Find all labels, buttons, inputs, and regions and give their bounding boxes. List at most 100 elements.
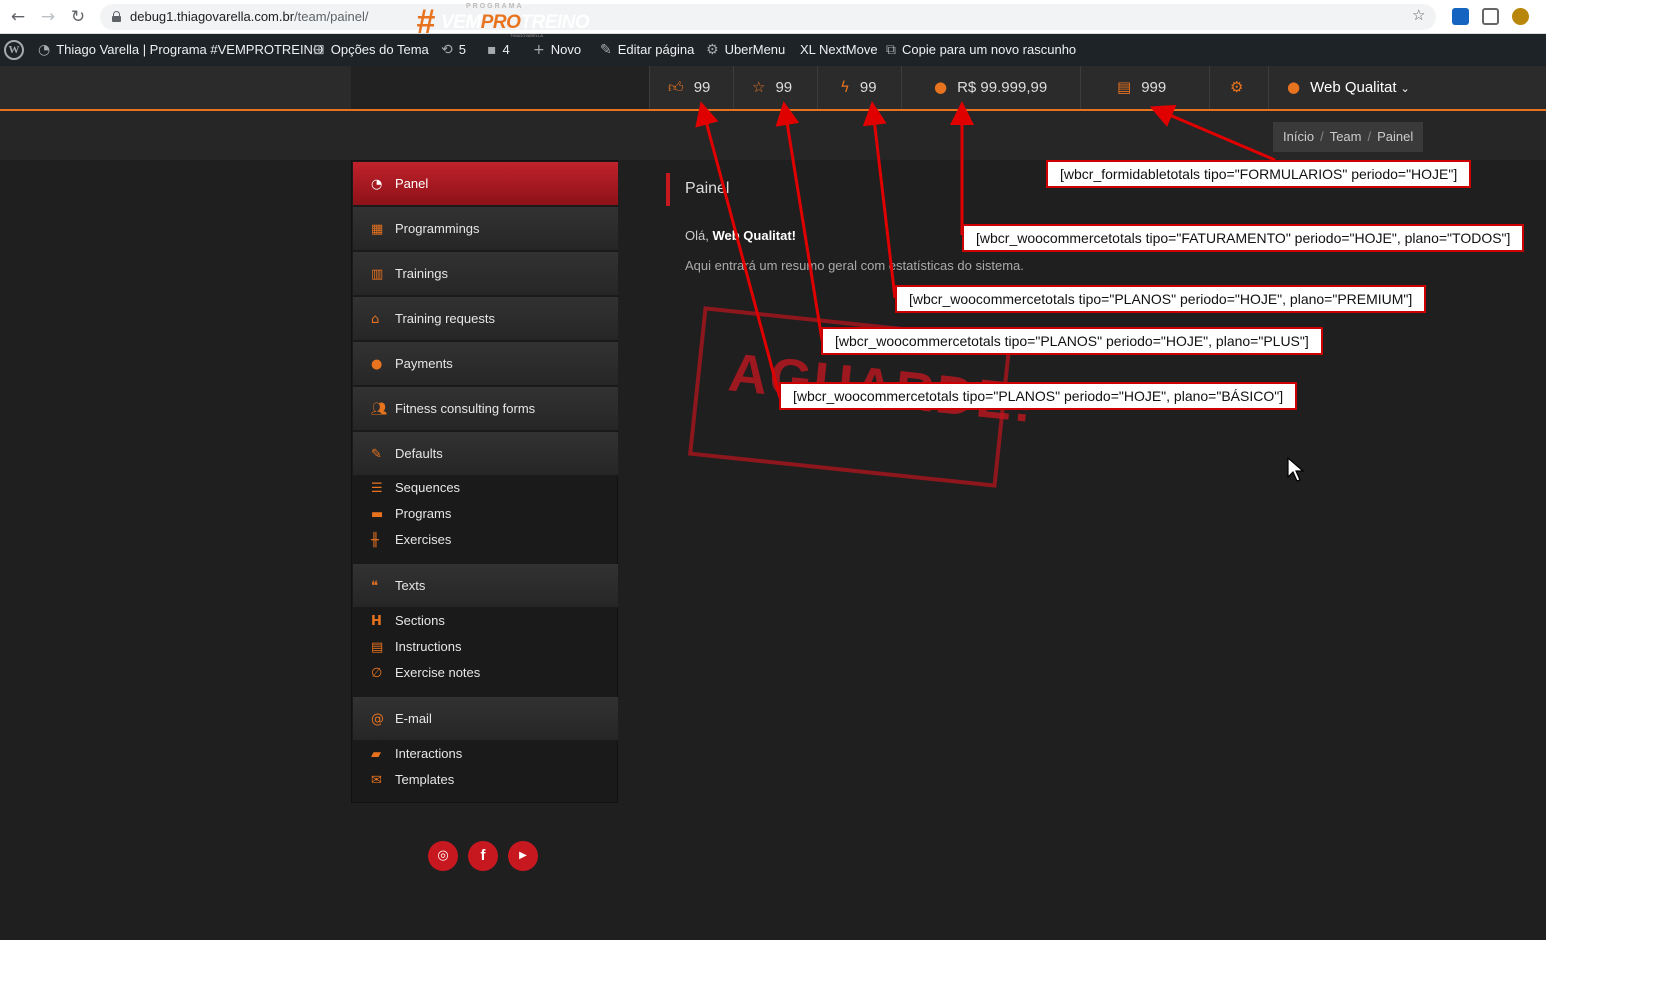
stat-stars[interactable]: ☆ 99 xyxy=(733,66,817,109)
sidebar-item-exercises[interactable]: ╫ Exercises xyxy=(353,527,618,553)
wp-xl-nextmove: XL NextMove xyxy=(800,42,878,57)
sidebar-item-templates[interactable]: ✉ Templates xyxy=(353,767,618,793)
breadcrumb-separator: / xyxy=(1367,129,1372,144)
stat-likes-value: 99 xyxy=(693,79,711,96)
sidebar-item-instructions[interactable]: ▤ Instructions xyxy=(353,634,618,660)
wp-updates-item[interactable]: ⟲ 5 xyxy=(441,34,466,66)
wp-copy-draft-item[interactable]: ⧉ Copie para um novo rascunho xyxy=(886,34,1076,66)
sidebar-item-label: Fitness consulting forms xyxy=(395,401,536,416)
extension-s-icon[interactable] xyxy=(1452,8,1469,25)
stat-revenue[interactable]: ● R$ 99.999,99 xyxy=(901,66,1080,109)
chevron-down-icon: ⌄ xyxy=(1400,82,1410,95)
document-icon: ▤ xyxy=(1117,78,1132,96)
wp-edit-page-item[interactable]: ✎ Editar página xyxy=(600,34,694,66)
profile-avatar-icon[interactable] xyxy=(1512,8,1529,25)
sidebar-item-trainings[interactable]: ▥ Trainings xyxy=(353,252,618,296)
sidebar-item-payments[interactable]: ● Payments xyxy=(353,342,618,386)
sidebar-item-fitness-forms[interactable]: 👥︎ Fitness consulting forms xyxy=(353,387,618,431)
sidebar-item-label: Interactions xyxy=(395,746,463,761)
url-text: debug1.thiagovarella.com.br/team/painel/ xyxy=(130,9,369,24)
reload-icon[interactable]: ↻ xyxy=(68,7,88,27)
site-header: 👍︎ 99 ☆ 99 ϟ 99 ● R$ 99.999,99 ▤ 999 ⚙ ● Web Q… xyxy=(0,66,1546,111)
sidebar-item-sequences[interactable]: ☰ Sequences xyxy=(353,475,618,501)
sidebar-item-panel[interactable]: ◔ Panel xyxy=(353,162,618,206)
stat-likes[interactable]: 👍︎ 99 xyxy=(649,66,733,109)
forward-arrow-icon[interactable]: → xyxy=(38,7,58,27)
dumbbell-icon: ╫ xyxy=(371,533,379,548)
dashboard-icon: ◔ xyxy=(38,42,51,58)
settings-button[interactable]: ⚙ xyxy=(1209,66,1268,109)
screenshot-stage: ← → ↻ debug1.thiagovarella.com.br/team/p… xyxy=(0,0,1546,940)
user-menu[interactable]: ● Web Qualitat ⌄ xyxy=(1268,66,1546,109)
calendar-icon: ▦ xyxy=(371,222,384,237)
breadcrumb-current: Painel xyxy=(1377,129,1414,144)
sidebar-section-texts[interactable]: ❝ Texts xyxy=(353,564,618,608)
dashboard-icon: ◔ xyxy=(371,177,383,192)
stat-forms[interactable]: ▤ 999 xyxy=(1080,66,1209,109)
youtube-icon[interactable]: ▶ xyxy=(508,841,538,871)
stat-bolts-value: 99 xyxy=(859,79,877,96)
sidebar-item-programmings[interactable]: ▦ Programmings xyxy=(353,207,618,251)
mouse-cursor-icon xyxy=(1287,457,1305,482)
sidebar-item-programs[interactable]: ▬ Programs xyxy=(353,501,618,527)
stat-bolts[interactable]: ϟ 99 xyxy=(817,66,901,109)
wp-new-item[interactable]: + Novo xyxy=(533,34,581,66)
wp-comments-item[interactable]: ▪ 4 xyxy=(487,34,510,66)
book-icon: ▤ xyxy=(371,640,384,655)
instagram-icon[interactable]: ◎ xyxy=(428,841,458,871)
breadcrumb-home[interactable]: Início xyxy=(1283,129,1314,144)
copy-icon: ⧉ xyxy=(886,42,896,58)
cogs-icon: ⚙ xyxy=(706,42,719,58)
edit-icon: ✎ xyxy=(371,447,382,462)
coin-icon: ● xyxy=(371,357,383,372)
sidebar-item-label: Templates xyxy=(395,772,455,787)
wordpress-logo-icon[interactable]: W xyxy=(4,40,24,60)
gear-icon: ⚙ xyxy=(1230,78,1244,96)
inbox-icon: ⌂ xyxy=(371,312,380,327)
comment-icon: ▪ xyxy=(487,42,497,58)
bolt-icon: ϟ xyxy=(840,78,850,96)
sidebar-item-label: E-mail xyxy=(395,711,432,726)
greeting: Olá, Web Qualitat! xyxy=(685,228,796,243)
breadcrumb-team[interactable]: Team xyxy=(1330,129,1362,144)
logo-part2: PRO xyxy=(480,12,521,33)
wp-updates-count: 5 xyxy=(458,42,466,57)
wp-site-name: Thiago Varella | Programa #VEMPROTREINO xyxy=(56,42,324,57)
sidebar-item-exercise-notes[interactable]: ∅ Exercise notes xyxy=(353,660,618,686)
address-bar[interactable]: debug1.thiagovarella.com.br/team/painel/ xyxy=(100,4,1436,30)
facebook-icon[interactable]: f xyxy=(468,841,498,871)
annotation-formularios: [wbcr_formidabletotals tipo="FORMULARIOS… xyxy=(1046,160,1472,188)
envelope-icon: ✉ xyxy=(371,773,382,788)
logo-wordmark[interactable]: VEMPROTREINO xyxy=(441,12,590,34)
sidebar-item-label: Panel xyxy=(395,176,429,191)
back-arrow-icon[interactable]: ← xyxy=(8,7,28,27)
wp-theme-options: Opções do Tema xyxy=(330,42,429,57)
logo-part3: TREINO xyxy=(520,12,590,33)
greeting-prefix: Olá, xyxy=(685,228,713,243)
list-icon: ☰ xyxy=(371,481,383,496)
sidebar-item-label: Trainings xyxy=(395,266,448,281)
user-icon: ● xyxy=(1287,78,1301,96)
extension-recycle-icon[interactable] xyxy=(1482,8,1499,25)
sidebar-section-defaults[interactable]: ✎ Defaults xyxy=(353,432,618,476)
logo-block[interactable] xyxy=(351,66,649,109)
wp-ubermenu-item[interactable]: ⚙ UberMenu xyxy=(706,34,785,66)
coin-icon: ● xyxy=(934,78,948,96)
bookmark-star-icon[interactable]: ☆ xyxy=(1412,6,1425,24)
wp-xl-nextmove-item[interactable]: XL NextMove xyxy=(800,34,878,66)
sidebar: ◔ Panel ▦ Programmings ▥ Trainings ⌂ Trainin… xyxy=(351,160,618,803)
stat-stars-value: 99 xyxy=(775,79,793,96)
page-title: Painel xyxy=(685,180,730,197)
url-domain: debug1.thiagovarella.com.br xyxy=(130,9,295,24)
wp-theme-options-item[interactable]: ⊞ Opções do Tema xyxy=(313,34,429,66)
wp-site-name-item[interactable]: ◔ Thiago Varella | Programa #VEMPROTREINO xyxy=(38,34,323,66)
sidebar-item-label: Training requests xyxy=(395,311,495,326)
sidebar-item-interactions[interactable]: ▰ Interactions xyxy=(353,741,618,767)
sidebar-section-email[interactable]: @ E-mail xyxy=(353,697,618,741)
logo-hash: # xyxy=(416,3,435,41)
sidebar-item-label: Sequences xyxy=(395,480,461,495)
sidebar-item-sections[interactable]: H Sections xyxy=(353,608,618,634)
annotation-basico: [wbcr_woocommercetotals tipo="PLANOS" pe… xyxy=(779,382,1298,410)
annotation-plus: [wbcr_woocommercetotals tipo="PLANOS" pe… xyxy=(821,327,1323,355)
sidebar-item-training-requests[interactable]: ⌂ Training requests xyxy=(353,297,618,341)
